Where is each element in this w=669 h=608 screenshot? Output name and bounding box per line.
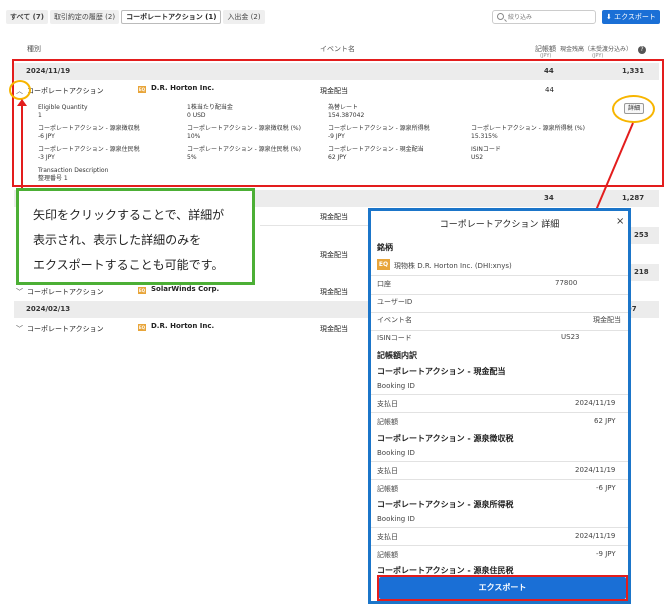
row-event: 現金配当 xyxy=(320,288,348,296)
breakdown-title: コーポレートアクション - 現金配当 xyxy=(377,367,506,376)
divider xyxy=(371,394,628,395)
eq-badge: EQ xyxy=(138,287,146,294)
row-security[interactable]: SolarWinds Corp. xyxy=(151,285,219,293)
date-row: 218 xyxy=(631,264,659,281)
pay-date-value: 2024/11/19 xyxy=(575,532,616,540)
divider xyxy=(371,527,628,528)
eq-badge: EQ xyxy=(377,259,390,270)
pay-date-label: 支払日 xyxy=(377,533,398,541)
divider xyxy=(371,545,628,546)
divider xyxy=(371,275,628,276)
divider xyxy=(371,330,628,331)
amount-value: -6 JPY xyxy=(596,484,616,492)
row-type: コーポレートアクション xyxy=(27,288,104,296)
account-value: 77800 xyxy=(555,279,578,287)
row-security[interactable]: D.R. Horton Inc. xyxy=(151,322,214,330)
search-icon xyxy=(497,13,504,20)
account-label: 口座 xyxy=(377,280,391,288)
header-cash: 現金残高（未受渡分込み） xyxy=(560,46,633,53)
amount-value: -9 JPY xyxy=(596,550,616,558)
row-event: 現金配当 xyxy=(320,325,348,333)
booking-id-label: Booking ID xyxy=(377,449,415,457)
breakdown-title: コーポレートアクション - 源泉所得税 xyxy=(377,500,514,509)
date-label: 2024/02/13 xyxy=(26,305,71,313)
group-balance: 218 xyxy=(634,268,649,276)
amount-label: 記帳額 xyxy=(377,418,398,426)
security-line: 現物株 D.R. Horton Inc. (DHI:xnys) xyxy=(394,262,512,270)
tab-corporate-actions[interactable]: コーポレートアクション (1) xyxy=(121,10,222,24)
filter-tabs: すべて (7) 取引約定の履歴 (2) コーポレートアクション (1) 入出金 … xyxy=(6,10,265,24)
booking-id-label: Booking ID xyxy=(377,382,415,390)
callout-line: 表示され、表示した詳細のみを xyxy=(33,233,202,247)
header-type: 種別 xyxy=(27,45,41,53)
eq-badge: EQ xyxy=(138,324,146,331)
modal-export-button[interactable]: エクスポート xyxy=(379,577,626,599)
chevron-down-icon[interactable]: ﹀ xyxy=(16,324,23,334)
row-divider xyxy=(260,225,368,226)
pay-date-label: 支払日 xyxy=(377,400,398,408)
arrow-line xyxy=(21,103,23,191)
detail-modal: コーポレートアクション 詳細 × 銘柄 EQ 現物株 D.R. Horton I… xyxy=(368,208,631,604)
pay-date-value: 2024/11/19 xyxy=(575,399,616,407)
user-id-label: ユーザーID xyxy=(377,298,413,306)
amount-value: 62 JPY xyxy=(594,417,616,425)
expanded-row-highlight xyxy=(12,59,664,187)
divider xyxy=(371,412,628,413)
row-event: 現金配当 xyxy=(320,251,348,259)
export-button[interactable]: ⬇ エクスポート xyxy=(602,10,660,24)
isin-label: ISINコード xyxy=(377,334,412,342)
row-event: 現金配当 xyxy=(320,213,348,221)
pay-date-label: 支払日 xyxy=(377,467,398,475)
search-input[interactable] xyxy=(508,12,593,22)
section-breakdown: 記帳額内訳 xyxy=(377,351,417,360)
modal-title: コーポレートアクション 詳細 xyxy=(439,220,560,230)
callout-line: エクスポートすることも可能です。 xyxy=(33,258,224,272)
callout-line: 矢印をクリックすることで、詳細が xyxy=(33,208,225,222)
help-icon[interactable]: ? xyxy=(638,46,646,54)
breakdown-title: コーポレートアクション - 源泉徴収税 xyxy=(377,434,514,443)
section-security: 銘柄 xyxy=(377,243,393,252)
tab-trades[interactable]: 取引約定の履歴 (2) xyxy=(49,10,120,24)
isin-value: US23 xyxy=(561,333,580,341)
event-label: イベント名 xyxy=(377,316,412,324)
booking-id-label: Booking ID xyxy=(377,515,415,523)
explanation-callout: 矢印をクリックすることで、詳細が 表示され、表示した詳細のみを エクスポートする… xyxy=(16,188,255,285)
search-box[interactable] xyxy=(492,10,596,24)
close-icon[interactable]: × xyxy=(616,216,624,227)
divider xyxy=(371,294,628,295)
chevron-down-icon[interactable]: ﹀ xyxy=(16,287,23,297)
row-type: コーポレートアクション xyxy=(27,325,104,333)
header-event: イベント名 xyxy=(320,45,355,53)
event-value: 現金配当 xyxy=(593,316,621,324)
divider xyxy=(371,479,628,480)
arrow-highlight-circle xyxy=(9,80,31,100)
pay-date-value: 2024/11/19 xyxy=(575,466,616,474)
amount-label: 記帳額 xyxy=(377,485,398,493)
divider xyxy=(371,312,628,313)
tab-deposits[interactable]: 入出金 (2) xyxy=(223,10,265,24)
group-amount: 34 xyxy=(544,194,554,202)
amount-label: 記帳額 xyxy=(377,551,398,559)
tab-all[interactable]: すべて (7) xyxy=(6,10,48,24)
divider xyxy=(371,461,628,462)
